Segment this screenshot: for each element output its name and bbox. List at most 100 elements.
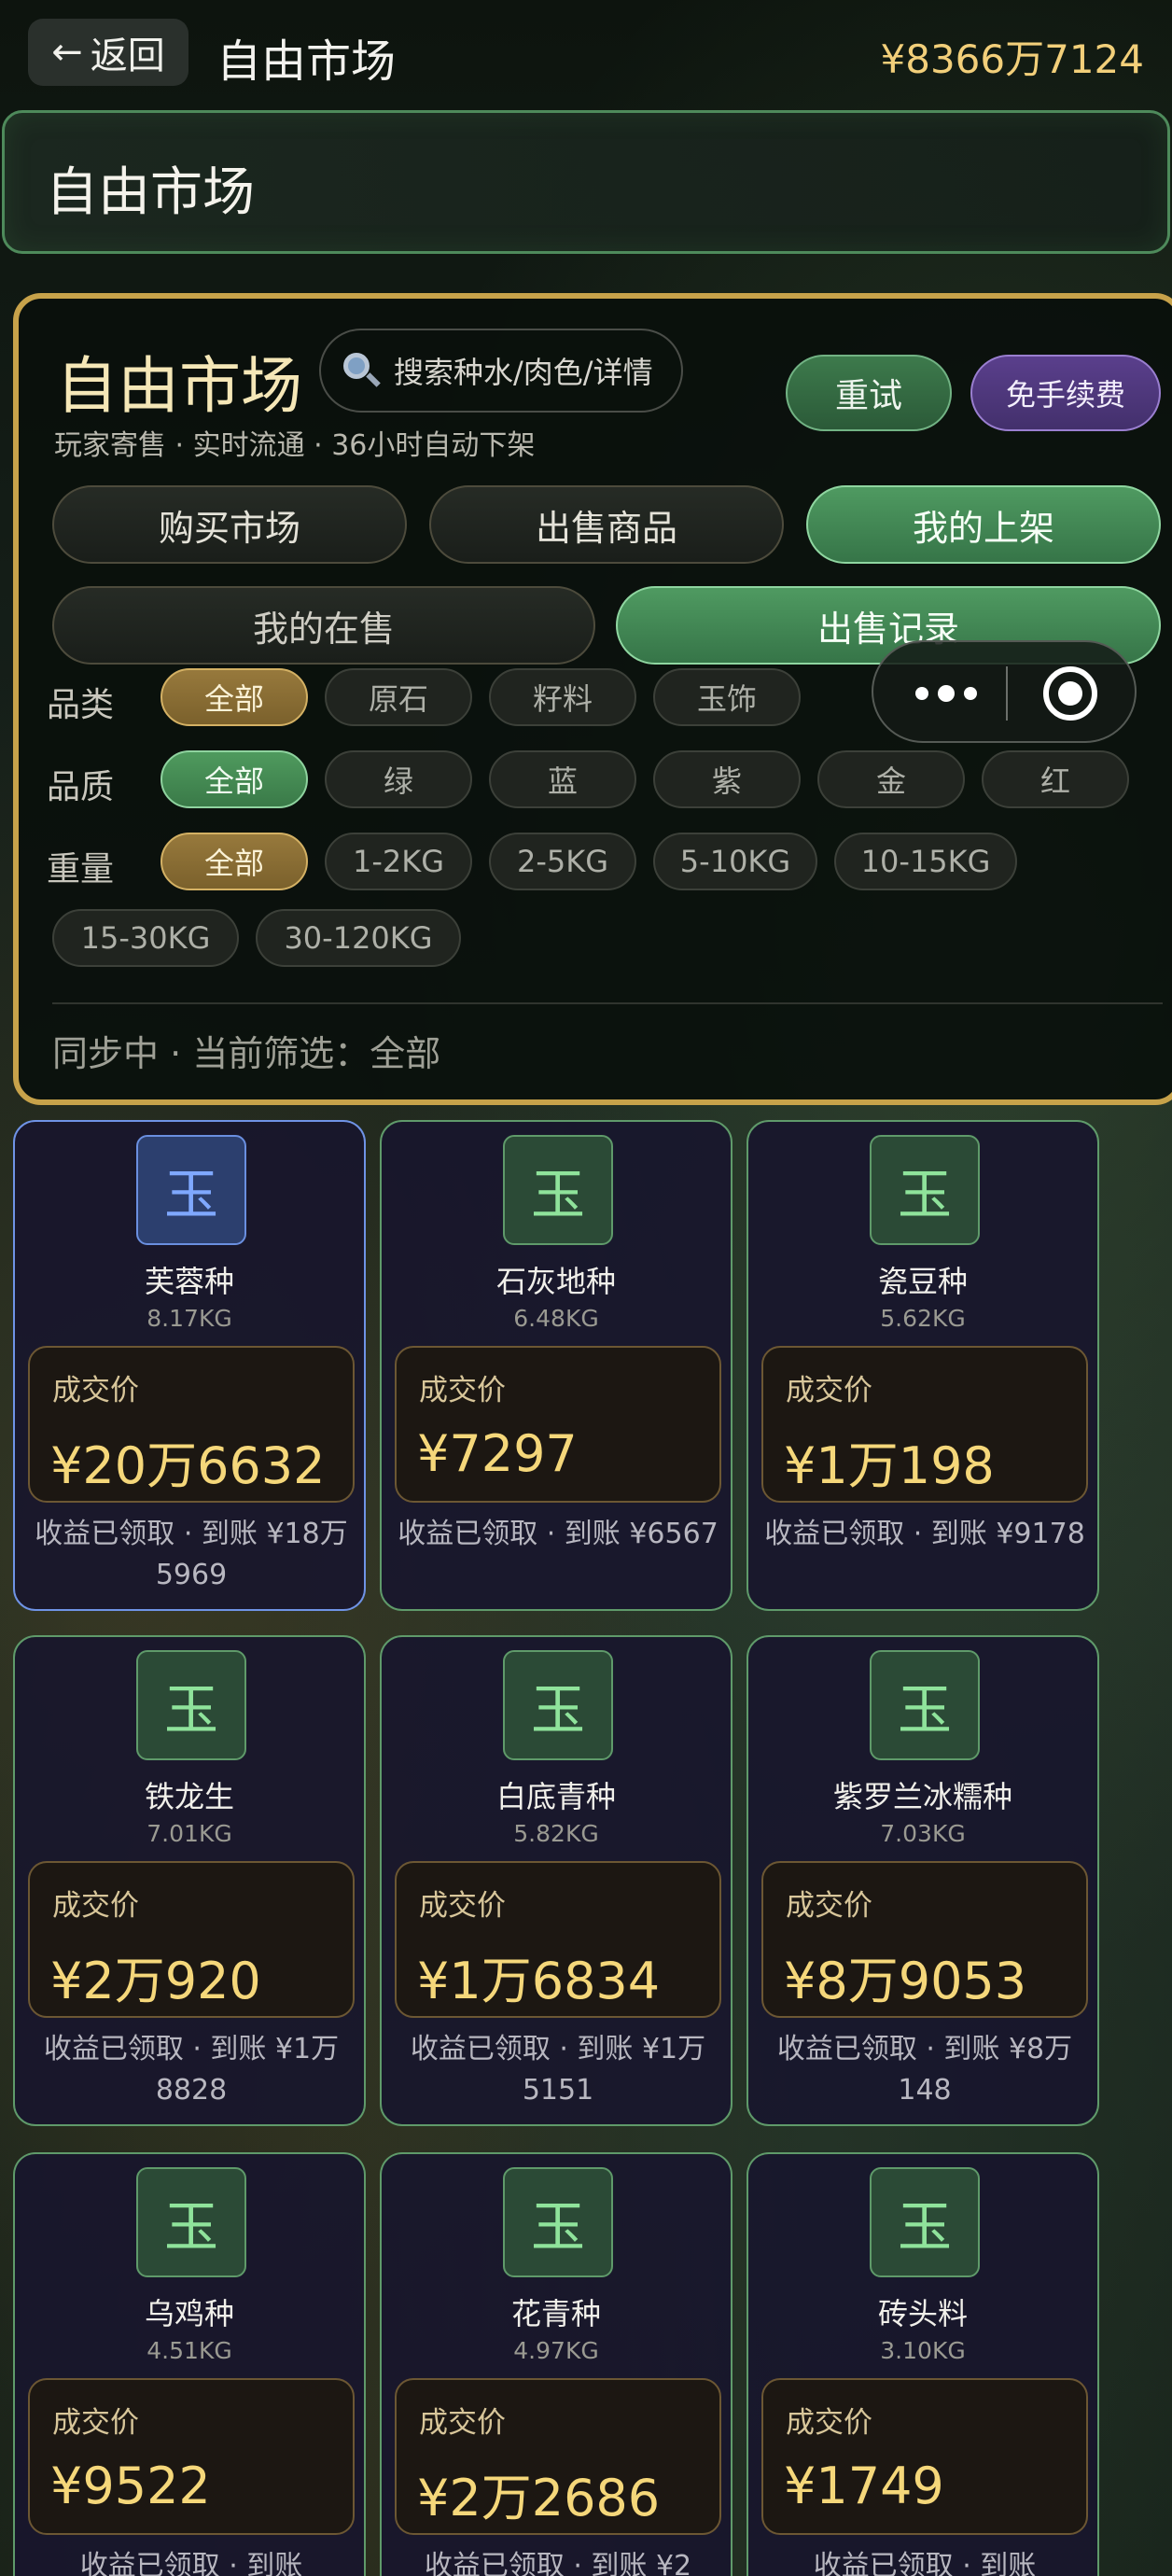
item-name: 砖头料 — [877, 2296, 968, 2331]
record-card[interactable]: 玉 石灰地种 6.48KG 成交价 ¥7297 收益已领取 · 到账 ¥6567 — [380, 1120, 732, 1611]
price-box: 成交价 ¥9522 — [28, 2378, 355, 2535]
jade-icon: 玉 — [870, 2167, 980, 2277]
item-weight: 7.03KG — [880, 1820, 966, 1847]
price-label: 成交价 — [52, 2406, 139, 2440]
price-label: 成交价 — [419, 2406, 506, 2440]
price-label: 成交价 — [419, 1374, 506, 1407]
payout-status: 收益已领取 · 到账 ¥1万5151 — [410, 2033, 706, 2107]
quality-filter-label: 品质 — [47, 768, 115, 806]
item-name: 瓷豆种 — [877, 1264, 968, 1299]
quality-chip-gold[interactable]: 金 — [817, 750, 965, 808]
sync-status: 同步中 · 当前筛选：全部 — [52, 1033, 441, 1074]
price-label: 成交价 — [786, 1374, 872, 1407]
record-card[interactable]: 玉 铁龙生 7.01KG 成交价 ¥2万920 收益已领取 · 到账 ¥1万88… — [13, 1635, 366, 2126]
panel-title: 自由市场 — [56, 350, 302, 422]
payout-status: 收益已领取 · 到账 ¥2 — [424, 2550, 692, 2576]
price-value: ¥1749 — [784, 2457, 944, 2515]
category-chip-rough[interactable]: 原石 — [325, 668, 472, 726]
price-label: 成交价 — [52, 1889, 139, 1923]
mini-program-capsule — [872, 640, 1137, 743]
price-box: 成交价 ¥8万9053 — [761, 1861, 1088, 2018]
search-icon — [342, 351, 381, 390]
record-card[interactable]: 玉 砖头料 3.10KG 成交价 ¥1749 收益已领取 · 到账 — [746, 2152, 1099, 2576]
tab-sell-goods[interactable]: 出售商品 — [429, 485, 784, 564]
quality-chip-red[interactable]: 红 — [982, 750, 1129, 808]
item-name: 石灰地种 — [495, 1264, 616, 1299]
category-chip-seed[interactable]: 籽料 — [489, 668, 636, 726]
item-weight: 5.82KG — [513, 1820, 599, 1847]
panel-subtitle: 玩家寄售 · 实时流通 · 36小时自动下架 — [54, 429, 536, 462]
weight-chip-10-15kg[interactable]: 10-15KG — [834, 833, 1017, 890]
item-weight: 4.51KG — [146, 2337, 232, 2364]
quality-chip-green[interactable]: 绿 — [325, 750, 472, 808]
quality-chip-blue[interactable]: 蓝 — [489, 750, 636, 808]
back-button[interactable]: ← 返回 — [28, 19, 188, 86]
jade-icon: 玉 — [136, 1650, 246, 1760]
market-panel: 自由市场 搜索种水/肉色/详情 重试 免手续费 玩家寄售 · 实时流通 · 36… — [13, 293, 1172, 1105]
price-value: ¥20万6632 — [50, 1436, 326, 1495]
category-chip-all[interactable]: 全部 — [160, 668, 308, 726]
weight-filter-label: 重量 — [47, 850, 115, 889]
back-arrow-icon: ← — [51, 31, 83, 74]
price-box: 成交价 ¥2万920 — [28, 1861, 355, 2018]
payout-status: 收益已领取 · 到账 ¥1万8828 — [43, 2033, 340, 2107]
record-card[interactable]: 玉 紫罗兰冰糯种 7.03KG 成交价 ¥8万9053 收益已领取 · 到账 ¥… — [746, 1635, 1099, 2126]
item-name: 铁龙生 — [144, 1779, 234, 1814]
payout-status: 收益已领取 · 到账 — [79, 2550, 303, 2576]
weight-chip-15-30kg[interactable]: 15-30KG — [52, 909, 239, 967]
payout-status: 收益已领取 · 到账 — [813, 2550, 1037, 2576]
quality-chip-purple[interactable]: 紫 — [653, 750, 801, 808]
capsule-divider — [1006, 666, 1008, 721]
weight-chip-all[interactable]: 全部 — [160, 833, 308, 890]
close-target-icon[interactable] — [1043, 666, 1097, 721]
record-card[interactable]: 玉 芙蓉种 8.17KG 成交价 ¥20万6632 收益已领取 · 到账 ¥18… — [13, 1120, 366, 1611]
quality-chip-all[interactable]: 全部 — [160, 750, 308, 808]
record-card[interactable]: 玉 瓷豆种 5.62KG 成交价 ¥1万198 收益已领取 · 到账 ¥9178 — [746, 1120, 1099, 1611]
payout-status: 收益已领取 · 到账 ¥8万148 — [776, 2033, 1073, 2107]
price-label: 成交价 — [52, 1374, 139, 1407]
item-weight: 6.48KG — [513, 1305, 599, 1332]
subtab-on-sale[interactable]: 我的在售 — [52, 586, 595, 665]
weight-chip-5-10kg[interactable]: 5-10KG — [653, 833, 817, 890]
weight-chip-1-2kg[interactable]: 1-2KG — [325, 833, 472, 890]
price-value: ¥8万9053 — [784, 1952, 1027, 2010]
item-weight: 8.17KG — [146, 1305, 232, 1332]
price-box: 成交价 ¥1万198 — [761, 1346, 1088, 1503]
price-value: ¥1万6834 — [417, 1952, 661, 2010]
weight-chip-2-5kg[interactable]: 2-5KG — [489, 833, 636, 890]
price-label: 成交价 — [419, 1889, 506, 1923]
price-value: ¥9522 — [50, 2457, 211, 2515]
record-card[interactable]: 玉 白底青种 5.82KG 成交价 ¥1万6834 收益已领取 · 到账 ¥1万… — [380, 1635, 732, 2126]
jade-icon: 玉 — [136, 1135, 246, 1245]
weight-chip-30-120kg[interactable]: 30-120KG — [256, 909, 461, 967]
more-menu-icon[interactable] — [909, 670, 984, 717]
price-box: 成交价 ¥7297 — [395, 1346, 721, 1503]
tab-my-listings[interactable]: 我的上架 — [806, 485, 1161, 564]
item-name: 芙蓉种 — [144, 1264, 234, 1299]
item-weight: 7.01KG — [146, 1820, 232, 1847]
item-name: 紫罗兰冰糯种 — [832, 1779, 1012, 1814]
item-name: 乌鸡种 — [144, 2296, 234, 2331]
jade-icon: 玉 — [136, 2167, 246, 2277]
retry-button[interactable]: 重试 — [786, 355, 952, 431]
record-card[interactable]: 玉 乌鸡种 4.51KG 成交价 ¥9522 收益已领取 · 到账 — [13, 2152, 366, 2576]
search-input[interactable]: 搜索种水/肉色/详情 — [319, 329, 683, 413]
item-weight: 4.97KG — [513, 2337, 599, 2364]
category-chip-ornament[interactable]: 玉饰 — [653, 668, 801, 726]
item-name: 花青种 — [510, 2296, 601, 2331]
banner-title: 自由市场 — [46, 162, 255, 223]
record-card[interactable]: 玉 花青种 4.97KG 成交价 ¥2万2686 收益已领取 · 到账 ¥2 — [380, 2152, 732, 2576]
price-value: ¥1万198 — [784, 1436, 995, 1495]
price-label: 成交价 — [786, 1889, 872, 1923]
back-label: 返回 — [90, 35, 165, 77]
category-filter-label: 品类 — [47, 686, 115, 724]
item-weight: 5.62KG — [880, 1305, 966, 1332]
item-weight: 3.10KG — [880, 2337, 966, 2364]
item-name: 白底青种 — [495, 1779, 616, 1814]
price-value: ¥7297 — [417, 1424, 578, 1483]
top-bar: ← 返回 自由市场 ¥8366万7124 — [0, 0, 1172, 105]
free-fee-button[interactable]: 免手续费 — [970, 355, 1161, 431]
jade-icon: 玉 — [870, 1650, 980, 1760]
search-placeholder: 搜索种水/肉色/详情 — [394, 355, 653, 390]
tab-buy-market[interactable]: 购买市场 — [52, 485, 407, 564]
